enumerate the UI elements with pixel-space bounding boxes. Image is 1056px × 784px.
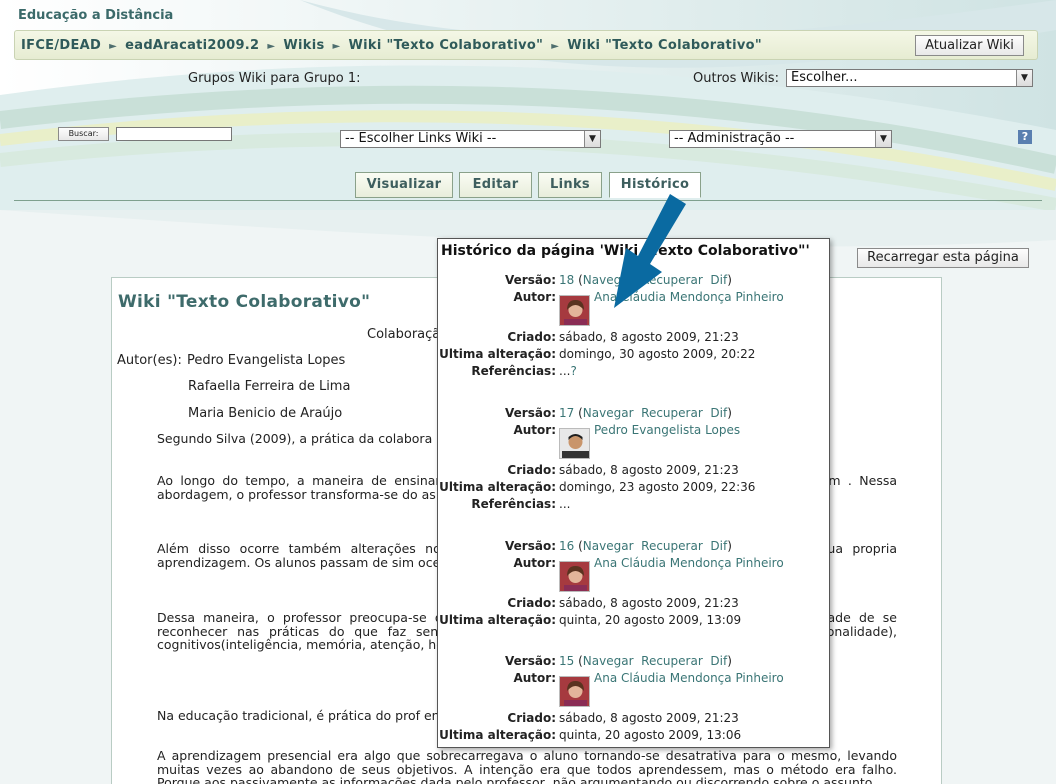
wiki-subtitle: Colaboraçã: [367, 327, 441, 342]
version-number[interactable]: 17: [559, 406, 574, 420]
author-label: Autor:: [513, 423, 556, 437]
admin-select[interactable]: -- Administração -- ▼: [669, 130, 892, 148]
breadcrumb-item[interactable]: Wikis: [283, 38, 324, 53]
created-date: sábado, 8 agosto 2009, 21:23: [559, 596, 739, 610]
male-avatar[interactable]: [559, 428, 590, 459]
refs-value: ...: [559, 364, 571, 378]
breadcrumb-current: Wiki "Texto Colaborativo": [567, 38, 762, 53]
created-label: Criado:: [507, 711, 556, 725]
diff-link[interactable]: Dif: [710, 539, 727, 553]
groups-label: Grupos Wiki para Grupo 1:: [188, 71, 361, 86]
author-link[interactable]: Ana Cláudia Mendonça Pinheiro: [594, 556, 784, 570]
breadcrumb-separator-icon: ►: [332, 41, 341, 52]
author-name: Rafaella Ferreira de Lima: [188, 379, 351, 394]
author-label: Autor:: [513, 671, 556, 685]
modified-date: quinta, 20 agosto 2009, 13:06: [559, 728, 742, 742]
author-label: Autor:: [513, 290, 556, 304]
recover-link[interactable]: Recuperar: [641, 654, 703, 668]
refs-link[interactable]: ?: [570, 364, 576, 378]
modified-date: domingo, 30 agosto 2009, 20:22: [559, 347, 756, 361]
navigate-link[interactable]: Navegar: [583, 654, 634, 668]
search-button[interactable]: Buscar:: [58, 127, 109, 141]
author-label: Autor:: [513, 556, 556, 570]
breadcrumb-separator-icon: ►: [267, 41, 276, 52]
tab-links[interactable]: Links: [538, 172, 602, 198]
paragraph: A aprendizagem presencial era algo que s…: [157, 749, 897, 784]
tab-visualizar[interactable]: Visualizar: [355, 172, 453, 198]
admin-select-value: -- Administração --: [674, 131, 795, 146]
reload-page-button[interactable]: Recarregar esta página: [857, 248, 1029, 268]
created-date: sábado, 8 agosto 2009, 21:23: [559, 711, 739, 725]
wiki-title: Wiki "Texto Colaborativo": [118, 292, 371, 312]
created-label: Criado:: [507, 463, 556, 477]
tab-editar[interactable]: Editar: [459, 172, 532, 198]
version-label: Versão:: [505, 539, 556, 553]
created-label: Criado:: [507, 596, 556, 610]
created-date: sábado, 8 agosto 2009, 21:23: [559, 463, 739, 477]
modified-label: Ultima alteração:: [439, 347, 556, 361]
navigate-link[interactable]: Navegar: [583, 406, 634, 420]
help-icon[interactable]: ?: [1018, 130, 1032, 144]
authors-label: Autor(es):: [117, 353, 182, 368]
diff-link[interactable]: Dif: [710, 406, 727, 420]
female-avatar[interactable]: [559, 676, 590, 707]
tab-divider: [14, 200, 1042, 201]
female-avatar[interactable]: [559, 561, 590, 592]
breadcrumb-separator-icon: ►: [109, 41, 118, 52]
author-link[interactable]: Ana Cláudia Mendonça Pinheiro: [594, 671, 784, 685]
breadcrumb-item[interactable]: Wiki "Texto Colaborativo": [349, 38, 544, 53]
breadcrumb-item[interactable]: eadAracati2009.2: [125, 38, 259, 53]
other-wikis-label: Outros Wikis:: [693, 71, 779, 86]
created-label: Criado:: [507, 330, 556, 344]
dropdown-arrow-icon: ▼: [1016, 70, 1032, 86]
version-number[interactable]: 15: [559, 654, 574, 668]
breadcrumb: IFCE/DEAD ► eadAracati2009.2 ► Wikis ► Wiki "T…: [14, 30, 1038, 60]
dropdown-arrow-icon: ▼: [875, 131, 891, 147]
modified-label: Ultima alteração:: [439, 728, 556, 742]
recover-link[interactable]: Recuperar: [641, 406, 703, 420]
dropdown-arrow-icon: ▼: [584, 131, 600, 147]
update-wiki-button[interactable]: Atualizar Wiki: [915, 35, 1024, 56]
other-wikis-value: Escolher...: [791, 70, 858, 85]
version-label: Versão:: [505, 654, 556, 668]
links-select-value: -- Escolher Links Wiki --: [345, 131, 497, 146]
search-input[interactable]: [116, 127, 232, 141]
other-wikis-select[interactable]: Escolher... ▼: [786, 69, 1033, 87]
refs-label: Referências:: [471, 497, 556, 511]
version-label: Versão:: [505, 273, 556, 287]
modified-label: Ultima alteração:: [439, 480, 556, 494]
version-number[interactable]: 18: [559, 273, 574, 287]
diff-link[interactable]: Dif: [710, 273, 727, 287]
pointer-arrow-icon: [614, 194, 686, 308]
author-name: Pedro Evangelista Lopes: [187, 353, 346, 368]
created-date: sábado, 8 agosto 2009, 21:23: [559, 330, 739, 344]
refs-value: ...: [559, 497, 571, 511]
navigate-link[interactable]: Navegar: [583, 539, 634, 553]
author-link[interactable]: Pedro Evangelista Lopes: [594, 423, 740, 437]
version-number[interactable]: 16: [559, 539, 574, 553]
modified-date: quinta, 20 agosto 2009, 13:09: [559, 613, 742, 627]
diff-link[interactable]: Dif: [710, 654, 727, 668]
site-title: Educação a Distância: [18, 8, 174, 23]
female-avatar[interactable]: [559, 295, 590, 326]
author-name: Maria Benicio de Araújo: [188, 406, 343, 421]
modified-label: Ultima alteração:: [439, 613, 556, 627]
breadcrumb-item[interactable]: IFCE/DEAD: [21, 38, 101, 53]
version-label: Versão:: [505, 406, 556, 420]
recover-link[interactable]: Recuperar: [641, 539, 703, 553]
modified-date: domingo, 23 agosto 2009, 22:36: [559, 480, 756, 494]
breadcrumb-separator-icon: ►: [551, 41, 560, 52]
links-select[interactable]: -- Escolher Links Wiki -- ▼: [340, 130, 601, 148]
refs-label: Referências:: [471, 364, 556, 378]
